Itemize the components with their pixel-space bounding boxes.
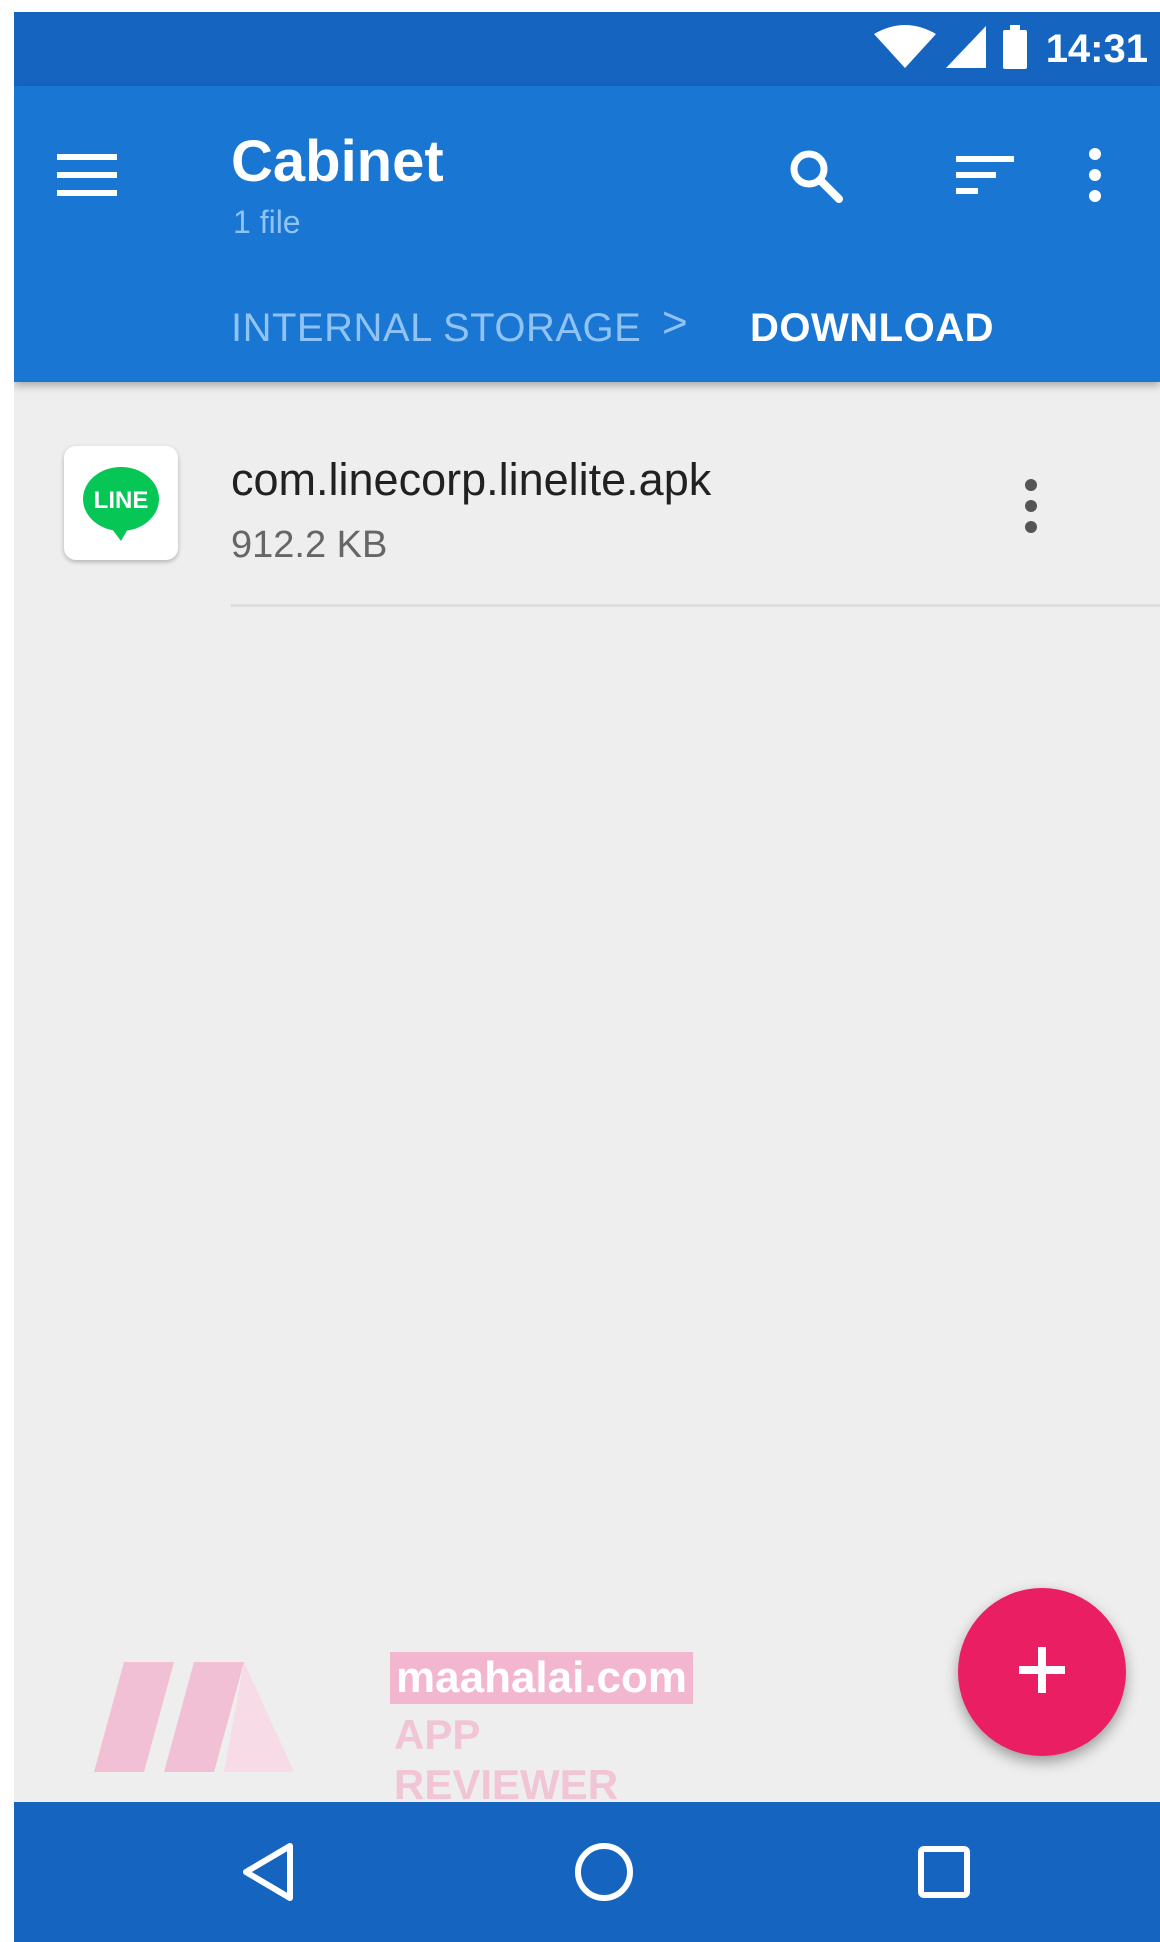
recents-icon bbox=[916, 1844, 972, 1905]
search-icon bbox=[787, 147, 843, 208]
watermark-tagline: APP REVIEWER bbox=[394, 1711, 619, 1808]
search-button[interactable] bbox=[780, 142, 850, 212]
system-nav-bar bbox=[14, 1802, 1160, 1942]
add-fab-button[interactable] bbox=[958, 1588, 1126, 1756]
status-time: 14:31 bbox=[1045, 26, 1148, 71]
file-count: 1 file bbox=[233, 204, 301, 240]
file-size: 912.2 KB bbox=[231, 524, 388, 566]
watermark-logo-icon bbox=[94, 1662, 384, 1777]
line-app-icon: LINE bbox=[64, 446, 178, 560]
recents-button[interactable] bbox=[904, 1834, 984, 1914]
battery-icon bbox=[1002, 24, 1028, 75]
app-screen: 14:31 Cabinet 1 file INTERNAL STORAGE > … bbox=[14, 12, 1160, 1942]
file-item-menu-button[interactable] bbox=[1006, 468, 1056, 548]
line-logo-text: LINE bbox=[94, 487, 149, 514]
breadcrumb-separator: > bbox=[662, 298, 688, 347]
more-vert-icon bbox=[1088, 147, 1102, 208]
back-button[interactable] bbox=[228, 1834, 308, 1914]
back-icon bbox=[238, 1840, 298, 1909]
file-name: com.linecorp.linelite.apk bbox=[231, 454, 712, 505]
app-bar: Cabinet 1 file INTERNAL STORAGE > DOWNLO… bbox=[14, 86, 1160, 382]
home-icon bbox=[572, 1840, 636, 1909]
watermark-site: maahalai.com bbox=[390, 1652, 694, 1704]
more-vert-icon bbox=[1024, 478, 1038, 539]
home-button[interactable] bbox=[564, 1834, 644, 1914]
breadcrumb-download[interactable]: DOWNLOAD bbox=[750, 306, 994, 351]
app-title: Cabinet bbox=[231, 129, 444, 194]
watermark: maahalai.com APP REVIEWER bbox=[94, 1652, 694, 1808]
plus-icon bbox=[1017, 1645, 1067, 1700]
menu-button[interactable] bbox=[54, 144, 120, 210]
list-divider bbox=[231, 604, 1160, 607]
wifi-icon bbox=[872, 24, 938, 75]
file-list-item[interactable]: LINE com.linecorp.linelite.apk 912.2 KB bbox=[14, 426, 1160, 612]
overflow-menu-button[interactable] bbox=[1070, 142, 1120, 212]
sort-icon bbox=[956, 154, 1014, 201]
cell-signal-icon bbox=[944, 24, 988, 75]
menu-icon bbox=[57, 152, 117, 203]
status-icons: 14:31 bbox=[872, 24, 1148, 75]
sort-button[interactable] bbox=[950, 144, 1020, 210]
status-bar: 14:31 bbox=[14, 12, 1160, 86]
breadcrumb-internal-storage[interactable]: INTERNAL STORAGE bbox=[231, 306, 641, 351]
